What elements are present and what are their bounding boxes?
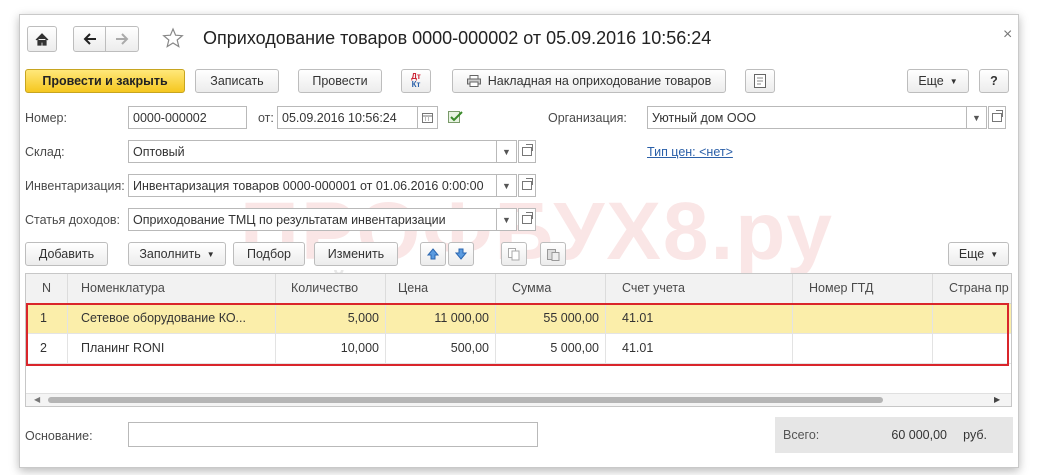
forward-button[interactable] xyxy=(106,26,139,52)
calendar-icon xyxy=(422,112,433,123)
basis-label: Основание: xyxy=(25,429,93,443)
column-header-n[interactable]: N xyxy=(26,274,68,303)
calendar-button[interactable] xyxy=(418,106,438,129)
chevron-down-icon: ▼ xyxy=(990,249,999,259)
dt-kt-icon: Дт Кт xyxy=(411,72,421,89)
open-icon xyxy=(522,178,533,190)
paste-icon xyxy=(546,248,559,261)
income-item-open-button[interactable] xyxy=(518,208,536,231)
column-header-price[interactable]: Цена xyxy=(386,274,496,303)
date-field[interactable]: 05.09.2016 10:56:24 xyxy=(277,106,418,129)
column-header-account[interactable]: Счет учета xyxy=(606,274,793,303)
more-button[interactable]: Еще ▼ xyxy=(907,69,969,93)
organization-field[interactable]: Уютный дом ООО xyxy=(647,106,967,129)
down-arrow-icon xyxy=(455,248,467,260)
warehouse-label: Склад: xyxy=(25,145,65,159)
document-window: Оприходование товаров 0000-000002 от 05.… xyxy=(19,14,1019,468)
report-button[interactable] xyxy=(745,69,775,93)
number-label: Номер: xyxy=(25,111,67,125)
income-item-dropdown[interactable]: ▼ xyxy=(497,208,517,231)
currency-label: руб. xyxy=(963,428,987,442)
move-up-button[interactable] xyxy=(420,242,446,266)
scrollbar-thumb[interactable] xyxy=(48,397,883,403)
price-type-link[interactable]: Тип цен: <нет> xyxy=(647,145,733,159)
printer-icon xyxy=(466,75,481,87)
up-arrow-icon xyxy=(427,248,439,260)
column-header-qty[interactable]: Количество xyxy=(276,274,386,303)
fill-label: Заполнить xyxy=(139,247,201,261)
warehouse-dropdown[interactable]: ▼ xyxy=(497,140,517,163)
column-header-sum[interactable]: Сумма xyxy=(496,274,606,303)
change-button[interactable]: Изменить xyxy=(314,242,398,266)
post-button[interactable]: Провести xyxy=(298,69,382,93)
organization-dropdown[interactable]: ▼ xyxy=(967,106,987,129)
number-field[interactable]: 0000-000002 xyxy=(128,106,247,129)
total-value: 60 000,00 xyxy=(891,428,947,442)
warehouse-open-button[interactable] xyxy=(518,140,536,163)
close-icon[interactable]: × xyxy=(1003,26,1012,44)
basis-field[interactable] xyxy=(128,422,538,447)
scroll-right-icon[interactable]: ▶ xyxy=(994,395,1000,404)
table-header: N Номенклатура Количество Цена Сумма Сче… xyxy=(26,274,1011,304)
check-icon[interactable] xyxy=(448,110,464,127)
total-panel: Всего: 60 000,00 руб. xyxy=(775,417,1013,453)
print-invoice-label: Накладная на оприходование товаров xyxy=(487,74,712,88)
move-down-button[interactable] xyxy=(448,242,474,266)
table-more-label: Еще xyxy=(958,247,985,261)
column-header-item[interactable]: Номенклатура xyxy=(68,274,276,303)
organization-label: Организация: xyxy=(548,111,627,125)
column-header-gtd[interactable]: Номер ГТД xyxy=(793,274,933,303)
star-icon xyxy=(162,27,184,48)
home-button[interactable] xyxy=(27,26,57,52)
chevron-down-icon: ▼ xyxy=(206,249,215,259)
save-button[interactable]: Записать xyxy=(195,69,279,93)
scroll-left-icon[interactable]: ◀ xyxy=(34,395,40,404)
window-title: Оприходование товаров 0000-000002 от 05.… xyxy=(203,28,712,48)
total-label: Всего: xyxy=(783,428,820,442)
select-button[interactable]: Подбор xyxy=(233,242,305,266)
rows-highlight-frame xyxy=(26,303,1009,366)
report-icon xyxy=(754,74,766,88)
date-label: от: xyxy=(258,111,274,125)
horizontal-scrollbar[interactable]: ◀ ▶ xyxy=(26,393,1011,406)
open-icon xyxy=(992,110,1003,122)
print-invoice-button[interactable]: Накладная на оприходование товаров xyxy=(452,69,726,93)
copy-row-button[interactable] xyxy=(501,242,527,266)
fill-button[interactable]: Заполнить ▼ xyxy=(128,242,226,266)
forward-arrow-icon xyxy=(116,33,129,45)
post-and-close-button[interactable]: Провести и закрыть xyxy=(25,69,185,93)
chevron-down-icon: ▼ xyxy=(949,76,958,86)
table-more-button[interactable]: Еще ▼ xyxy=(948,242,1009,266)
column-header-country[interactable]: Страна пр xyxy=(933,274,1011,303)
add-row-button[interactable]: Добавить xyxy=(25,242,108,266)
favorite-star-button[interactable] xyxy=(162,27,184,52)
income-item-label: Статья доходов: xyxy=(25,213,121,227)
help-button[interactable]: ? xyxy=(979,69,1009,93)
paste-button[interactable] xyxy=(540,242,566,266)
warehouse-field[interactable]: Оптовый xyxy=(128,140,497,163)
organization-open-button[interactable] xyxy=(988,106,1006,129)
goods-table: N Номенклатура Количество Цена Сумма Сче… xyxy=(25,273,1012,407)
dt-kt-button[interactable]: Дт Кт xyxy=(401,69,431,93)
home-icon xyxy=(35,32,49,46)
inventory-dropdown[interactable]: ▼ xyxy=(497,174,517,197)
income-item-field[interactable]: Оприходование ТМЦ по результатам инвента… xyxy=(128,208,497,231)
copy-icon xyxy=(508,247,520,260)
open-icon xyxy=(522,144,533,156)
more-label: Еще xyxy=(918,74,944,88)
inventory-label: Инвентаризация: xyxy=(25,179,125,193)
open-icon xyxy=(522,212,533,224)
back-button[interactable] xyxy=(73,26,106,52)
inventory-open-button[interactable] xyxy=(518,174,536,197)
back-arrow-icon xyxy=(83,33,96,45)
inventory-field[interactable]: Инвентаризация товаров 0000-000001 от 01… xyxy=(128,174,497,197)
